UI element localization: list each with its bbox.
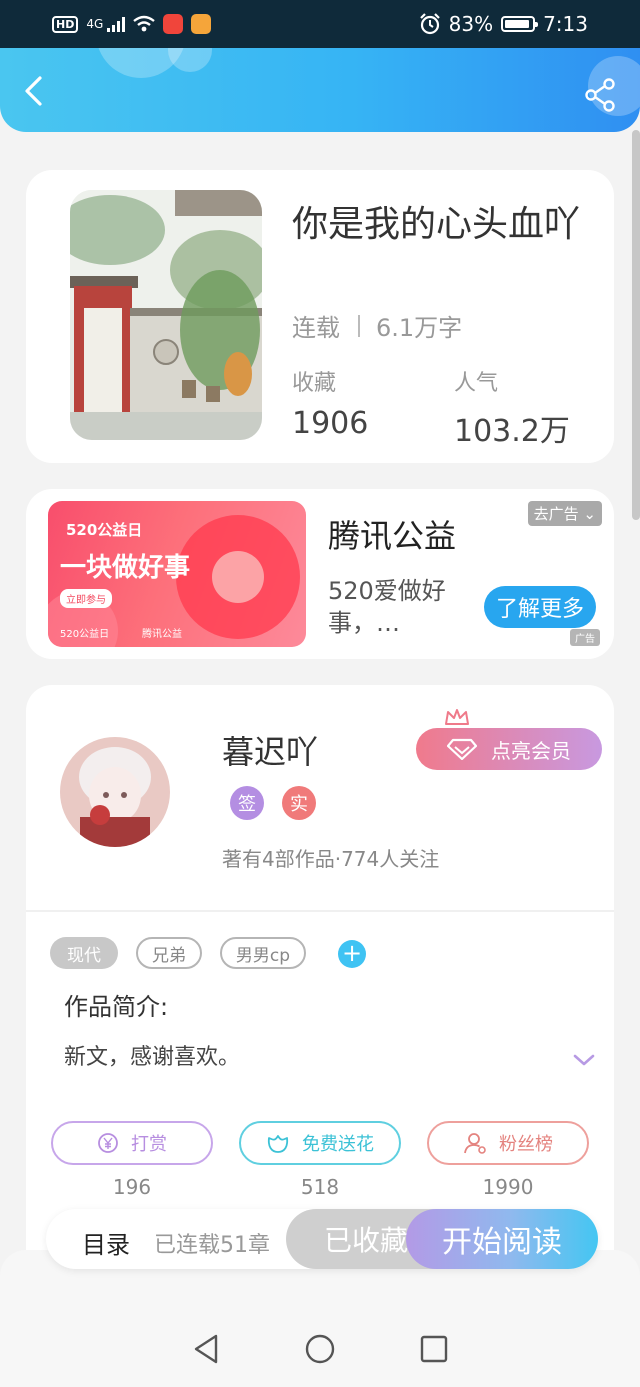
ad-banner-line2: 一块做好事 (60, 553, 191, 583)
top-header (0, 48, 640, 132)
vip-label: 点亮会员 (491, 738, 571, 763)
ad-title: 腾讯公益 (328, 517, 457, 555)
network-type: 4G (86, 17, 104, 31)
book-info-card: 你是我的心头血吖 连载 6.1万字 收藏 1906 人气 103.2万 (26, 170, 614, 463)
status-bar: HD 4G 83% 7:13 (0, 0, 640, 48)
vip-membership-button[interactable]: 点亮会员 (416, 728, 602, 770)
meta-divider (358, 314, 360, 337)
alarm-icon (419, 13, 440, 35)
battery-percent: 83% (448, 12, 494, 36)
app-notification-icon (163, 14, 184, 34)
crown-icon (445, 709, 469, 725)
catalog-button[interactable]: 目录 (82, 1225, 130, 1260)
signal-icon (107, 16, 126, 32)
verified-badge: 实 (282, 786, 316, 820)
wifi-icon (133, 15, 156, 32)
ad-card[interactable]: 520公益日 一块做好事 立即参与 520公益日 腾讯公益 腾讯公益 520爱做… (26, 489, 614, 659)
scrollbar[interactable] (632, 130, 640, 520)
popularity-label: 人气 (454, 371, 499, 396)
intro-label: 作品简介: (64, 993, 169, 1021)
flower-label: 免费送花 (302, 1134, 374, 1155)
nav-home-icon[interactable] (304, 1333, 336, 1365)
back-icon[interactable] (18, 74, 52, 108)
battery-icon (501, 16, 539, 32)
popularity-value: 103.2万 (454, 414, 570, 449)
bottom-action-bar: 目录 已连载51章 已收藏 开始阅读 (46, 1209, 598, 1269)
diamond-icon (447, 738, 477, 760)
ad-description: 520爱做好事，… (328, 577, 446, 637)
tag-item[interactable]: 兄弟 (136, 937, 202, 969)
flower-icon (267, 1135, 289, 1153)
chevron-down-icon[interactable] (572, 1053, 596, 1067)
remove-ad-button[interactable]: 去广告 ⌄ (527, 501, 602, 526)
ad-banner-foot2: 腾讯公益 (142, 629, 182, 640)
favorites-label: 收藏 (292, 371, 337, 396)
book-cover[interactable] (70, 190, 262, 440)
tag-item[interactable]: 男男cp (220, 937, 306, 969)
ad-banner-button: 立即参与 (60, 589, 112, 608)
clock: 7:13 (543, 12, 588, 36)
catalog-status: 已连载51章 (154, 1233, 270, 1258)
nav-recents-icon[interactable] (420, 1335, 448, 1363)
author-name[interactable]: 暮迟吖 (222, 727, 318, 773)
book-title: 你是我的心头血吖 (292, 204, 581, 245)
fans-count: 1990 (482, 1175, 534, 1199)
yen-icon (98, 1133, 118, 1153)
user-icon (464, 1133, 486, 1154)
ad-banner-image[interactable]: 520公益日 一块做好事 立即参与 520公益日 腾讯公益 (48, 501, 306, 647)
tip-count: 196 (112, 1175, 152, 1199)
fans-label: 粉丝榜 (499, 1134, 553, 1155)
section-divider (26, 910, 614, 912)
ad-banner-line1: 520公益日 (66, 521, 143, 539)
add-tag-button[interactable]: + (338, 940, 366, 968)
ad-label: 广告 (570, 629, 600, 646)
author-stats: 著有4部作品·774人关注 (222, 847, 440, 871)
intro-text: 新文，感谢喜欢。 (64, 1045, 241, 1070)
learn-more-button[interactable]: 了解更多 (484, 586, 596, 628)
tip-button[interactable]: 打赏 (51, 1121, 213, 1165)
share-icon[interactable] (584, 78, 618, 112)
decor-bubble (168, 48, 212, 72)
hd-icon: HD (52, 15, 79, 33)
start-reading-button[interactable]: 开始阅读 (406, 1209, 598, 1269)
signed-badge: 签 (230, 786, 264, 820)
fans-rank-button[interactable]: 粉丝榜 (427, 1121, 589, 1165)
ad-banner-foot1: 520公益日 (60, 629, 110, 640)
book-status: 连载 (292, 314, 340, 342)
send-flower-button[interactable]: 免费送花 (239, 1121, 401, 1165)
book-word-count: 6.1万字 (376, 314, 463, 342)
system-nav-bar (0, 1250, 640, 1387)
favorites-value: 1906 (292, 406, 369, 441)
author-avatar[interactable] (60, 737, 170, 847)
tip-label: 打赏 (131, 1134, 167, 1155)
nav-back-icon[interactable] (192, 1333, 220, 1365)
app-notification-icon-2 (191, 14, 212, 34)
book-meta: 连载 6.1万字 (292, 308, 462, 343)
tag-item[interactable]: 现代 (50, 937, 118, 969)
flower-count: 518 (300, 1175, 340, 1199)
